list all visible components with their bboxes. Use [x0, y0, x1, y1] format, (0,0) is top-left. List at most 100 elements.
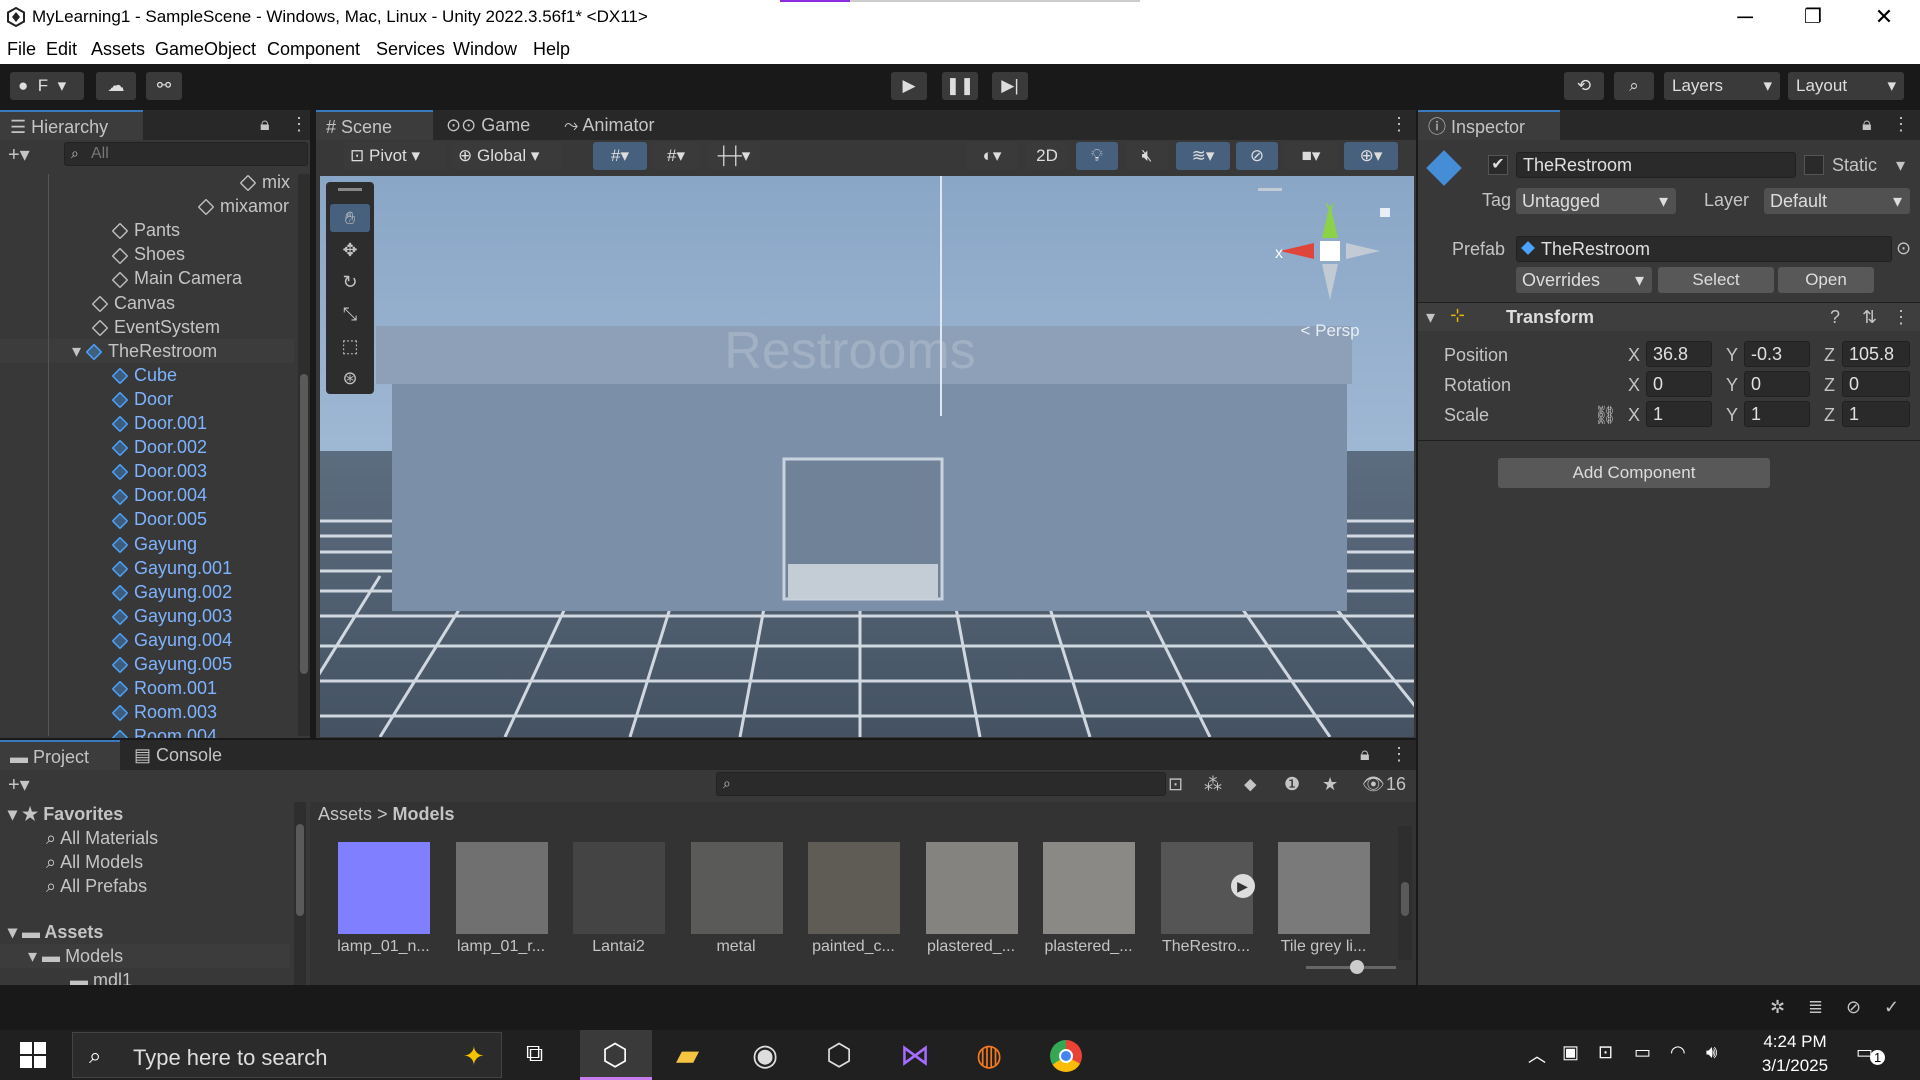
position-y-label[interactable]: Y [1726, 345, 1738, 366]
chrome-icon[interactable] [1050, 1040, 1082, 1072]
hierarchy-row[interactable]: Door [111, 387, 173, 411]
pause-button[interactable]: ❚❚ [942, 72, 978, 100]
scroll-thumb[interactable] [296, 824, 304, 916]
gizmos-dropdown[interactable]: ⊕▾ [1344, 142, 1398, 170]
grid-snap-button[interactable]: #▾ [593, 142, 647, 170]
tray-chevron-icon[interactable]: ︿ [1528, 1042, 1546, 1068]
hand-tool[interactable]: ✋︎ [330, 204, 370, 232]
scale-x-field[interactable]: 1 [1646, 401, 1712, 427]
tree-scrollbar[interactable] [294, 802, 306, 985]
play-button[interactable]: ▶ [891, 72, 927, 100]
tab-animator[interactable]: ⤳ Animator [554, 110, 664, 140]
hierarchy-row[interactable]: Gayung.001 [111, 556, 232, 580]
foldout-arrow-icon[interactable]: ▾ [72, 341, 86, 361]
network-icon[interactable]: ⊘ [1846, 997, 1861, 1018]
visibility-toggle[interactable]: ⊘ [1236, 142, 1278, 170]
expand-prefab-icon[interactable]: ▶ [1230, 874, 1255, 898]
hierarchy-row[interactable]: Room.001 [111, 676, 217, 700]
assets-folder[interactable]: ▾ ▬ Assets [8, 920, 103, 944]
hierarchy-row[interactable]: Door.002 [111, 435, 207, 459]
rotation-z-label[interactable]: Z [1824, 375, 1835, 396]
meet-icon[interactable]: ▣ [1562, 1042, 1579, 1063]
hierarchy-row[interactable]: mixamor [197, 194, 289, 218]
taskbar-clock[interactable]: 4:24 PM 3/1/2025 [1750, 1032, 1840, 1076]
asset-thumbnail[interactable] [808, 842, 900, 934]
hierarchy-row[interactable]: Shoes [111, 242, 185, 266]
zoom-slider-thumb[interactable] [1350, 960, 1364, 974]
maximize-button[interactable]: ❐ [1783, 2, 1843, 32]
prefab-field[interactable]: TheRestroom [1516, 236, 1892, 262]
menu-window[interactable]: Window [453, 39, 517, 60]
hierarchy-row[interactable]: Door.004 [111, 483, 207, 507]
scroll-thumb[interactable] [1401, 882, 1409, 916]
position-x-field[interactable]: 36.8 [1646, 341, 1712, 367]
more-icon[interactable]: ⋮ [1892, 307, 1910, 328]
tab-scene[interactable]: # Scene [316, 110, 433, 140]
menu-gameobject[interactable]: GameObject [155, 39, 256, 60]
rotation-x-field[interactable]: 0 [1646, 371, 1712, 397]
menu-help[interactable]: Help [533, 39, 570, 60]
hierarchy-row[interactable]: Canvas [91, 291, 175, 315]
fav-all-prefabs[interactable]: ⌕ All Prefabs [46, 874, 147, 898]
close-button[interactable]: ✕ [1854, 2, 1914, 32]
favorites-item[interactable]: ▾ ★ Favorites [8, 802, 123, 826]
hierarchy-row[interactable]: Room.004 [111, 724, 217, 738]
overrides-dropdown[interactable]: Overrides [1516, 267, 1652, 293]
volume-icon[interactable]: 🔊︎ [1706, 1042, 1717, 1063]
hidden-packages-icon[interactable]: 👁︎ [1362, 774, 1385, 795]
scale-z-field[interactable]: 1 [1842, 401, 1910, 427]
position-y-field[interactable]: -0.3 [1744, 341, 1810, 367]
orientation-gizmo[interactable]: y x [1275, 199, 1380, 300]
position-x-label[interactable]: X [1628, 345, 1640, 366]
hierarchy-row[interactable]: Main Camera [111, 266, 242, 290]
fav-all-models[interactable]: ⌕ All Models [46, 850, 143, 874]
rotate-tool[interactable]: ↻ [330, 268, 370, 296]
more-icon[interactable]: ⋮ [1390, 114, 1408, 135]
asset-thumbnail[interactable] [690, 842, 783, 934]
menu-assets[interactable]: Assets [91, 39, 145, 60]
scale-y-field[interactable]: 1 [1744, 401, 1810, 427]
scroll-thumb[interactable] [300, 374, 308, 674]
rotation-z-field[interactable]: 0 [1842, 371, 1910, 397]
scale-y-label[interactable]: Y [1726, 405, 1738, 426]
wifi-icon[interactable]: ◠ [1670, 1042, 1686, 1063]
menu-component[interactable]: Component [267, 39, 360, 60]
hierarchy-row[interactable]: Gayung.002 [111, 580, 232, 604]
search-scope-icon[interactable]: ⊡ [1168, 774, 1183, 795]
hierarchy-row[interactable]: Gayung.004 [111, 628, 232, 652]
asset-thumbnail[interactable] [338, 842, 430, 934]
lighting-toggle[interactable]: 💡︎ [1076, 142, 1118, 170]
filter-type-icon[interactable]: ⁂ [1204, 774, 1222, 795]
increment-snap-button[interactable]: #▾ [652, 142, 700, 170]
davinci-icon[interactable]: ◉ [752, 1038, 778, 1073]
lock-icon[interactable]: 🔒︎ [1862, 114, 1872, 135]
object-picker-icon[interactable]: ⊙ [1896, 238, 1911, 259]
menu-services[interactable]: Services [376, 39, 445, 60]
pivot-dropdown[interactable]: ⊡ Pivot ▾ [344, 142, 446, 170]
hierarchy-scrollbar[interactable] [298, 174, 310, 736]
static-checkbox[interactable] [1804, 155, 1824, 175]
debug-icon[interactable]: ✲ [1770, 997, 1785, 1018]
hierarchy-row[interactable]: Gayung.003 [111, 604, 232, 628]
blender-icon[interactable]: ◍ [976, 1038, 1002, 1073]
asset-thumbnail[interactable] [1278, 842, 1370, 934]
more-icon[interactable]: ⋮ [1390, 744, 1408, 765]
hierarchy-row[interactable]: Gayung.005 [111, 652, 232, 676]
foldout-arrow-icon[interactable]: ▾ [1426, 307, 1435, 328]
object-name-field[interactable]: TheRestroom [1516, 152, 1796, 178]
hierarchy-row[interactable]: Door.003 [111, 459, 207, 483]
transform-header[interactable]: ▾ ⊹ Transform ? ⇅ ⋮ [1418, 303, 1920, 331]
effects-dropdown[interactable]: ≋▾ [1176, 142, 1230, 170]
asset-thumbnail[interactable] [573, 842, 665, 934]
hierarchy-row[interactable]: ▾ TheRestroom [0, 338, 294, 363]
zoom-slider[interactable] [1306, 960, 1396, 974]
hierarchy-row[interactable]: Pants [111, 218, 180, 242]
gizmo-lock-icon[interactable] [1380, 208, 1390, 217]
unity-hub-icon[interactable]: ⬡ [826, 1038, 852, 1073]
asset-thumbnail[interactable] [455, 842, 548, 934]
hierarchy-row[interactable]: mix [239, 170, 290, 194]
tab-console[interactable]: ▤ Console [124, 740, 232, 770]
breadcrumb-models[interactable]: Models [393, 804, 455, 824]
audio-toggle[interactable]: 🔇︎ [1126, 142, 1168, 170]
layers-dropdown[interactable]: Layers ▾ [1664, 72, 1780, 100]
